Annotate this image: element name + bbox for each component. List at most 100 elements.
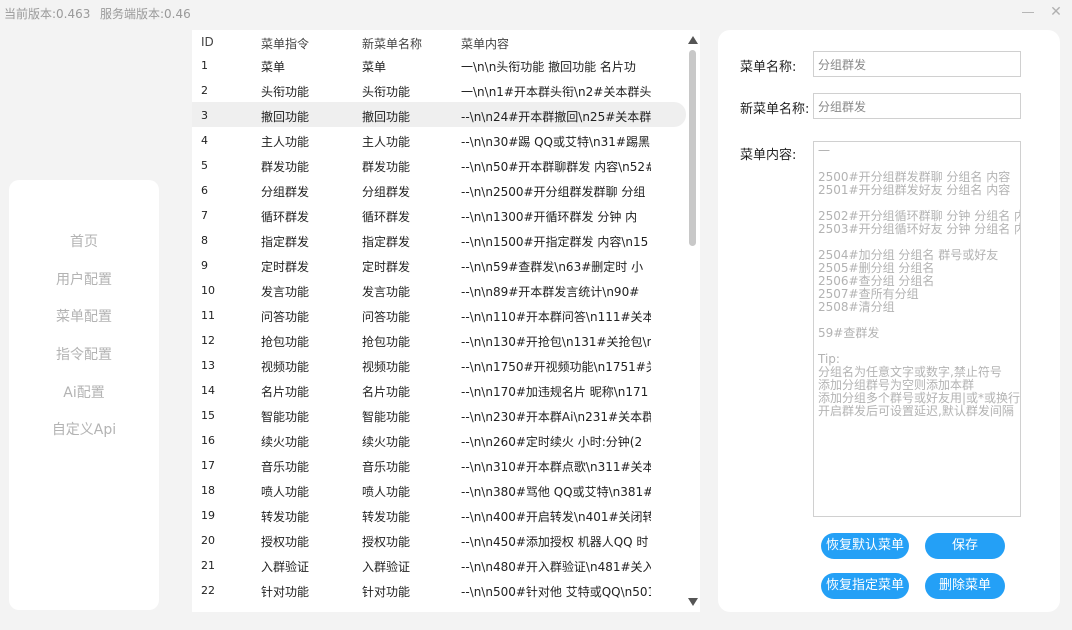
current-version: 当前版本:0.463 (4, 7, 91, 21)
cell-content: --\n\n230#开本群Ai\n231#关本群 (461, 410, 651, 424)
cell-content: --\n\n260#定时续火 小时:分钟(2 (461, 435, 643, 449)
cell-content: --\n\n170#加违规名片 昵称\n171 (461, 385, 649, 399)
new-menu-name-label: 新菜单名称: (740, 102, 810, 117)
close-icon[interactable]: ✕ (1048, 4, 1064, 20)
cell-new-name: 喷人功能 (362, 485, 411, 499)
cell-id: 15 (201, 409, 215, 422)
cell-menu: 抢包功能 (261, 335, 310, 349)
cell-id: 7 (201, 209, 208, 222)
table-row[interactable]: 10 发言功能 发言功能 --\n\n89#开本群发言统计\n90# (192, 277, 686, 302)
menu-name-label: 菜单名称: (740, 60, 797, 75)
table-row[interactable]: 11 问答功能 问答功能 --\n\n110#开本群问答\n111#关本 (192, 302, 686, 327)
table-row[interactable]: 17 音乐功能 音乐功能 --\n\n310#开本群点歌\n311#关本 (192, 452, 686, 477)
cell-id: 18 (201, 484, 215, 497)
table-row[interactable]: 15 智能功能 智能功能 --\n\n230#开本群Ai\n231#关本群 (192, 402, 686, 427)
sidebar-item-custom-api[interactable]: 自定义Api (9, 420, 159, 440)
cell-id: 10 (201, 284, 215, 297)
cell-content: --\n\n89#开本群发言统计\n90# (461, 285, 640, 299)
header-content[interactable]: 菜单内容 (461, 35, 651, 52)
table-row[interactable]: 20 授权功能 授权功能 --\n\n450#添加授权 机器人QQ 时 (192, 527, 686, 552)
table-row[interactable]: 2 头衔功能 头衔功能 一\n\n1#开本群头衔\n2#关本群头 (192, 77, 686, 102)
cell-new-name: 视频功能 (362, 360, 411, 374)
cell-menu: 喷人功能 (261, 485, 310, 499)
cell-new-name: 授权功能 (362, 535, 411, 549)
cell-id: 12 (201, 334, 215, 347)
cell-new-name: 智能功能 (362, 410, 411, 424)
cell-id: 17 (201, 459, 215, 472)
table-row[interactable]: 18 喷人功能 喷人功能 --\n\n380#骂他 QQ或艾特\n381# (192, 477, 686, 502)
table-row[interactable]: 4 主人功能 主人功能 --\n\n30#踢 QQ或艾特\n31#踢黑 (192, 127, 686, 152)
cell-menu: 智能功能 (261, 410, 310, 424)
menu-name-input[interactable] (813, 51, 1021, 77)
cell-new-name: 定时群发 (362, 260, 411, 274)
scroll-thumb[interactable] (689, 50, 696, 246)
sidebar-item-user-config[interactable]: 用户配置 (9, 270, 159, 290)
scroll-down-icon[interactable] (688, 598, 698, 606)
table-row[interactable]: 8 指定群发 指定群发 --\n\n1500#开指定群发 内容\n15 (192, 227, 686, 252)
cell-id: 1 (201, 59, 208, 72)
header-id[interactable]: ID (201, 35, 241, 49)
table-row[interactable]: 12 抢包功能 抢包功能 --\n\n130#开抢包\n131#关抢包\n (192, 327, 686, 352)
table-row[interactable]: 14 名片功能 名片功能 --\n\n170#加违规名片 昵称\n171 (192, 377, 686, 402)
table-row[interactable]: 3 撤回功能 撤回功能 --\n\n24#开本群撤回\n25#关本群 (192, 102, 686, 127)
table-row[interactable]: 5 群发功能 群发功能 --\n\n50#开本群聊群发 内容\n52# (192, 152, 686, 177)
cell-content: --\n\n2500#开分组群发群聊 分组 (461, 185, 646, 199)
sidebar-item-menu-config[interactable]: 菜单配置 (9, 307, 159, 327)
minimize-icon[interactable] (1020, 4, 1036, 20)
cell-new-name: 入群验证 (362, 560, 411, 574)
sidebar-item-home[interactable]: 首页 (9, 232, 159, 252)
cell-menu: 转发功能 (261, 510, 310, 524)
table-row[interactable]: 16 续火功能 续火功能 --\n\n260#定时续火 小时:分钟(2 (192, 427, 686, 452)
cell-id: 22 (201, 584, 215, 597)
table-row[interactable]: 1 菜单 菜单 一\n\n头衔功能 撤回功能 名片功 (192, 52, 686, 77)
delete-menu-button[interactable]: 删除菜单 (925, 573, 1005, 599)
cell-content: --\n\n310#开本群点歌\n311#关本 (461, 460, 651, 474)
restore-default-menu-button[interactable]: 恢复默认菜单 (821, 533, 909, 559)
cell-id: 11 (201, 309, 215, 322)
cell-new-name: 发言功能 (362, 285, 411, 299)
cell-id: 4 (201, 134, 208, 147)
table-row[interactable]: 22 针对功能 针对功能 --\n\n500#针对他 艾特或QQ\n501 (192, 577, 686, 602)
menu-content-textarea[interactable]: 一 2500#开分组群发群聊 分组名 内容 2501#开分组群发好友 分组名 内… (813, 141, 1021, 517)
sidebar-item-command-config[interactable]: 指令配置 (9, 345, 159, 365)
cell-new-name: 续火功能 (362, 435, 411, 449)
cell-new-name: 分组群发 (362, 185, 411, 199)
cell-id: 9 (201, 259, 208, 272)
cell-new-name: 问答功能 (362, 310, 411, 324)
cell-menu: 循环群发 (261, 210, 310, 224)
table-row[interactable]: 9 定时群发 定时群发 --\n\n59#查群发\n63#删定时 小 (192, 252, 686, 277)
vertical-scrollbar[interactable] (686, 32, 700, 610)
cell-new-name: 循环群发 (362, 210, 411, 224)
table-row[interactable]: 7 循环群发 循环群发 --\n\n1300#开循环群发 分钟 内 (192, 202, 686, 227)
cell-content: --\n\n1750#开视频功能\n1751#关 (461, 360, 651, 374)
sidebar-item-ai-config[interactable]: Ai配置 (9, 383, 159, 403)
cell-id: 3 (201, 109, 208, 122)
cell-content: --\n\n480#开入群验证\n481#关入 (461, 560, 651, 574)
cell-id: 6 (201, 184, 208, 197)
cell-id: 2 (201, 84, 208, 97)
header-new-name[interactable]: 新菜单名称 (362, 35, 457, 52)
cell-id: 21 (201, 559, 215, 572)
cell-content: --\n\n110#开本群问答\n111#关本 (461, 310, 651, 324)
new-menu-name-input[interactable] (813, 93, 1021, 119)
sidebar-nav: 首页 用户配置 菜单配置 指令配置 Ai配置 自定义Api (9, 232, 159, 458)
cell-new-name: 针对功能 (362, 585, 411, 599)
cell-menu: 续火功能 (261, 435, 310, 449)
cell-content: --\n\n130#开抢包\n131#关抢包\n (461, 335, 651, 349)
cell-new-name: 抢包功能 (362, 335, 411, 349)
server-version: 服务端版本:0.46 (100, 7, 191, 21)
header-menu[interactable]: 菜单指令 (261, 35, 356, 52)
cell-id: 13 (201, 359, 215, 372)
table-row[interactable]: 21 入群验证 入群验证 --\n\n480#开入群验证\n481#关入 (192, 552, 686, 577)
top-bar: 当前版本:0.463 服务端版本:0.46 ✕ (0, 0, 1072, 24)
table-row[interactable]: 6 分组群发 分组群发 --\n\n2500#开分组群发群聊 分组 (192, 177, 686, 202)
restore-specified-menu-button[interactable]: 恢复指定菜单 (821, 573, 909, 599)
table-row[interactable]: 19 转发功能 转发功能 --\n\n400#开启转发\n401#关闭转 (192, 502, 686, 527)
table-row[interactable]: 13 视频功能 视频功能 --\n\n1750#开视频功能\n1751#关 (192, 352, 686, 377)
cell-menu: 分组群发 (261, 185, 310, 199)
cell-new-name: 名片功能 (362, 385, 411, 399)
cell-new-name: 撤回功能 (362, 110, 411, 124)
cell-menu: 音乐功能 (261, 460, 310, 474)
scroll-up-icon[interactable] (688, 36, 698, 44)
save-button[interactable]: 保存 (925, 533, 1005, 559)
